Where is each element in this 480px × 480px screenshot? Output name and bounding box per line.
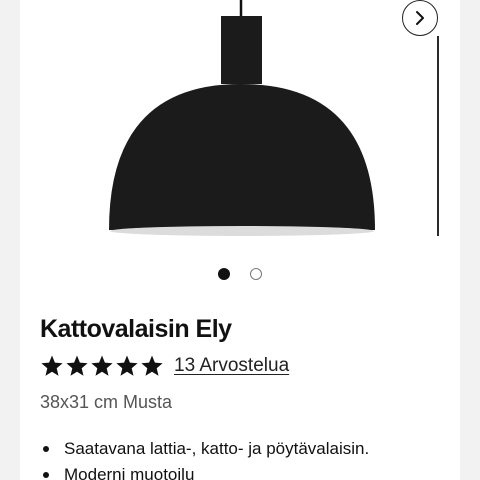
carousel-dot-1[interactable] [218, 268, 230, 280]
product-variant: 38x31 cm Musta [40, 392, 173, 412]
next-image-button[interactable] [402, 0, 438, 36]
lamp-neck [221, 16, 262, 84]
product-image-carousel[interactable] [20, 0, 460, 250]
carousel-dot-2[interactable] [250, 268, 262, 280]
carousel-pagination [20, 268, 460, 284]
feature-text: Moderni muotoilu [64, 465, 195, 480]
lamp-shade [109, 84, 375, 230]
bullet-icon [43, 472, 49, 478]
lamp-rim [110, 226, 374, 236]
product-card: Kattovalaisin Ely 13 Arvostelua 38x31 cm… [20, 0, 460, 480]
bullet-icon [43, 446, 49, 452]
product-image [109, 0, 439, 236]
star-rating [40, 354, 164, 378]
list-item: Moderni muotoilu [40, 462, 369, 480]
star-icon [41, 355, 63, 376]
star-icon [91, 355, 113, 376]
star-icon [116, 355, 138, 376]
feature-list: Saatavana lattia-, katto- ja pöytävalais… [40, 436, 369, 480]
reviews-link[interactable]: 13 Arvostelua [174, 355, 289, 377]
feature-text: Saatavana lattia-, katto- ja pöytävalais… [64, 439, 370, 458]
list-item: Saatavana lattia-, katto- ja pöytävalais… [40, 436, 369, 462]
chevron-right-icon [416, 11, 424, 25]
rating-row: 13 Arvostelua [40, 352, 289, 380]
star-icon [66, 355, 88, 376]
product-title: Kattovalaisin Ely [40, 315, 232, 343]
star-icon [141, 355, 163, 376]
